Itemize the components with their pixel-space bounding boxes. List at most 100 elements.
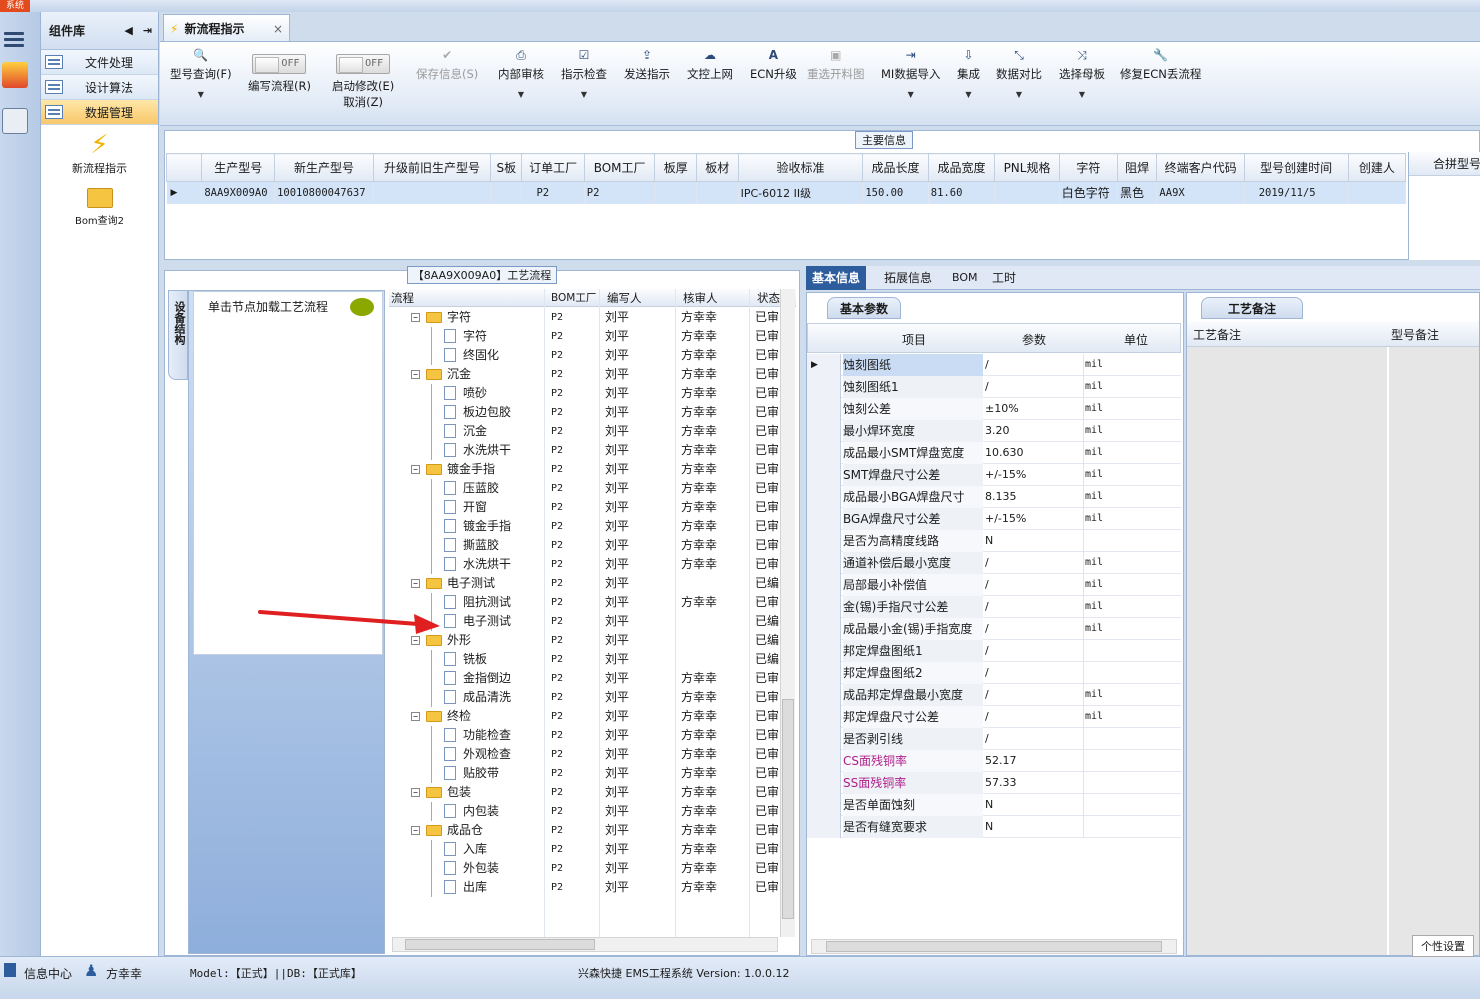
column-header[interactable]: 流程 [391, 290, 414, 306]
flow-tree-row[interactable]: − 成品仓 P2 刘平 方幸幸 已审 [389, 821, 789, 840]
param-row[interactable]: 金(锡)手指尺寸公差 / mil [807, 596, 1181, 618]
flow-tree-row[interactable]: 压蓝胶 P2 刘平 方幸幸 已审 [389, 479, 789, 498]
table-cell[interactable] [696, 181, 739, 204]
flow-vertical-scrollbar[interactable] [780, 289, 795, 937]
column-header[interactable]: 终端客户代码 [1156, 153, 1245, 182]
flow-horizontal-scrollbar[interactable] [392, 937, 778, 952]
flow-tree-row[interactable]: 外包装 P2 刘平 方幸幸 已审 [389, 859, 789, 878]
column-header[interactable]: 订单工厂 [521, 153, 585, 182]
model-query-button[interactable]: 🔍 型号查询(F) ▼ [170, 48, 232, 99]
table-cell[interactable]: AA9X [1156, 181, 1245, 204]
process-note-field[interactable] [1187, 347, 1387, 955]
ecn-upgrade-button[interactable]: A ECN升级 [750, 48, 797, 82]
column-header[interactable]: 工艺备注 [1193, 326, 1241, 343]
column-header[interactable]: 编写人 [607, 290, 642, 306]
flow-tree-row[interactable]: 内包装 P2 刘平 方幸幸 已审 [389, 802, 789, 821]
collapse-icon[interactable]: − [411, 579, 420, 588]
param-row[interactable]: 成品最小BGA焊盘尺寸 8.135 mil [807, 486, 1181, 508]
param-value[interactable]: / [985, 662, 1081, 684]
param-value[interactable]: / [985, 354, 1081, 376]
param-value[interactable]: +/-15% [985, 464, 1081, 486]
table-row[interactable]: ▶ 8AA9X009A0 10010800047637 P2 P2 IPC-60… [166, 181, 1407, 204]
collapse-icon[interactable]: − [411, 636, 420, 645]
integrate-button[interactable]: ⇩ 集成 ▼ [957, 48, 980, 99]
column-header[interactable]: 阻焊 [1116, 153, 1158, 182]
param-row[interactable]: 邦定焊盘尺寸公差 / mil [807, 706, 1181, 728]
table-cell[interactable]: IPC-6012 II级 [738, 181, 864, 204]
column-header[interactable]: BOM工厂 [551, 290, 596, 305]
flow-tree-row[interactable]: 电子测试 P2 刘平 已编 [389, 612, 789, 631]
table-cell[interactable] [373, 181, 492, 204]
menu-icon[interactable] [4, 32, 24, 48]
column-header[interactable]: 型号创建时间 [1243, 153, 1349, 182]
param-row[interactable]: 蚀刻公差 ±10% mil [807, 398, 1181, 420]
reselect-cutting-button[interactable]: ▣ 重选开料图 [807, 48, 865, 82]
collapse-icon[interactable]: − [411, 788, 420, 797]
param-value[interactable]: 52.17 [985, 750, 1081, 772]
table-cell[interactable]: 2019/11/5 [1244, 181, 1349, 204]
tab-extended-info[interactable]: 拓展信息 [878, 266, 938, 290]
table-cell[interactable]: 黑色 [1117, 181, 1158, 204]
param-value[interactable]: ±10% [985, 398, 1081, 420]
panel-item-data-management[interactable]: 数据管理 [41, 100, 158, 125]
param-row[interactable]: 最小焊环宽度 3.20 mil [807, 420, 1181, 442]
flow-tree-row[interactable]: 功能检查 P2 刘平 方幸幸 已审 [389, 726, 789, 745]
flow-tree-row[interactable]: 撕蓝胶 P2 刘平 方幸幸 已审 [389, 536, 789, 555]
column-header[interactable]: 参数 [1022, 331, 1046, 348]
table-cell[interactable] [994, 181, 1060, 204]
app-logo-icon[interactable] [2, 62, 28, 88]
table-cell[interactable]: 150.00 [862, 181, 929, 204]
flow-tree-row[interactable]: 镀金手指 P2 刘平 方幸幸 已审 [389, 517, 789, 536]
table-cell[interactable]: 10010800047637 [274, 181, 374, 204]
tab-work-hours[interactable]: 工时 [986, 266, 1022, 290]
param-row[interactable]: 是否有缝宽要求 N [807, 816, 1181, 838]
table-cell[interactable] [1348, 181, 1407, 204]
model-note-field[interactable] [1389, 347, 1479, 955]
column-header[interactable]: 字符 [1058, 153, 1118, 182]
write-flow-toggle[interactable]: OFF 编写流程(R) [248, 54, 311, 94]
param-value[interactable]: / [985, 684, 1081, 706]
tab-basic-info[interactable]: 基本信息 [806, 266, 867, 290]
table-cell[interactable]: 白色字符 [1059, 181, 1118, 204]
flow-tree-row[interactable]: 开窗 P2 刘平 方幸幸 已审 [389, 498, 789, 517]
send-instruction-button[interactable]: ⇪ 发送指示 [624, 48, 670, 82]
param-row[interactable]: 成品最小SMT焊盘宽度 10.630 mil [807, 442, 1181, 464]
column-header[interactable]: PNL规格 [994, 153, 1060, 182]
flow-tree-row[interactable]: − 字符 P2 刘平 方幸幸 已审 [389, 308, 789, 327]
param-value[interactable]: / [985, 706, 1081, 728]
param-row[interactable]: BGA焊盘尺寸公差 +/-15% mil [807, 508, 1181, 530]
param-row[interactable]: 成品最小金(锡)手指宽度 / mil [807, 618, 1181, 640]
param-value[interactable]: / [985, 574, 1081, 596]
flow-tree-row[interactable]: 水洗烘干 P2 刘平 方幸幸 已审 [389, 441, 789, 460]
flow-tree-row[interactable]: 字符 P2 刘平 方幸幸 已审 [389, 327, 789, 346]
tab-new-flow-instruction[interactable]: ⚡ 新流程指示 × [163, 14, 290, 42]
personal-settings-tooltip[interactable]: 个性设置 [1412, 935, 1474, 957]
table-cell[interactable] [654, 181, 698, 204]
doc-control-online-button[interactable]: ☁ 文控上网 [687, 48, 733, 82]
param-row[interactable]: CS面残铜率 52.17 [807, 750, 1181, 772]
pin-icon[interactable]: ⇥ [143, 24, 152, 37]
param-row[interactable]: 蚀刻图纸1/ mil [807, 376, 1181, 398]
close-icon[interactable]: × [273, 22, 283, 36]
table-cell[interactable]: P2 [521, 181, 585, 204]
column-header[interactable]: BOM工厂 [583, 153, 656, 182]
collapse-icon[interactable]: − [411, 712, 420, 721]
params-horizontal-scrollbar[interactable] [811, 939, 1177, 954]
param-value[interactable]: / [985, 640, 1081, 662]
flow-tree-row[interactable]: − 终检 P2 刘平 方幸幸 已审 [389, 707, 789, 726]
new-flow-instruction-item[interactable]: ⚡ 新流程指示 [41, 130, 158, 176]
table-cell[interactable] [490, 181, 523, 204]
param-value[interactable]: N [985, 530, 1081, 552]
table-cell[interactable]: 8AA9X009A0 [201, 181, 276, 204]
scroll-thumb[interactable] [826, 941, 1162, 952]
param-value[interactable]: / [985, 552, 1081, 574]
flow-tree-row[interactable]: 铣板 P2 刘平 已编 [389, 650, 789, 669]
panel-item-file-processing[interactable]: 文件处理 [41, 50, 158, 75]
param-value[interactable]: +/-15% [985, 508, 1081, 530]
param-row[interactable]: 局部最小补偿值 / mil [807, 574, 1181, 596]
param-value[interactable]: 10.630 [985, 442, 1081, 464]
flow-tree-row[interactable]: − 镀金手指 P2 刘平 方幸幸 已审 [389, 460, 789, 479]
start-edit-toggle[interactable]: OFF 启动修改(E) 取消(Z) [332, 54, 394, 110]
flow-tree-row[interactable]: − 沉金 P2 刘平 方幸幸 已审 [389, 365, 789, 384]
collapse-icon[interactable]: − [411, 370, 420, 379]
